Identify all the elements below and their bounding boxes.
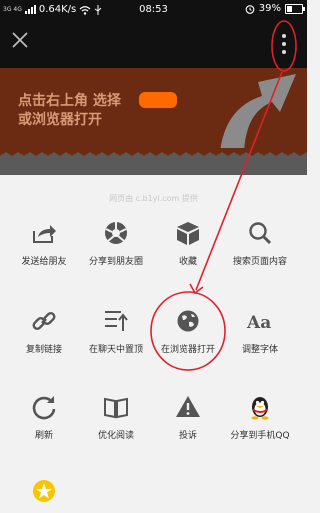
status-right: 39% [245, 3, 305, 14]
item-label: 在聊天中置顶 [88, 345, 143, 355]
share-qq-button[interactable]: 分享到手机QQ [222, 393, 298, 453]
item-label: 在浏览器打开 [160, 345, 215, 355]
battery-icon [285, 3, 305, 14]
optimized-reading-button[interactable]: 优化阅读 [78, 393, 154, 453]
adjust-font-button[interactable]: Aa 调整字体 [222, 307, 298, 367]
banner-line-2: 或浏览器打开 [18, 112, 102, 128]
search-icon [249, 222, 272, 245]
qzone-star-icon [33, 480, 55, 502]
curved-arrow-icon [220, 74, 296, 152]
favorite-button[interactable]: 收藏 [150, 219, 226, 279]
alarm-icon [245, 4, 255, 14]
refresh-button[interactable]: 刷新 [6, 393, 82, 453]
close-icon[interactable] [8, 28, 32, 52]
open-in-browser-button[interactable]: 在浏览器打开 [150, 307, 226, 367]
qq-penguin-icon [251, 397, 269, 420]
page-banner: 点击右上角 选择 或浏览器打开 [0, 68, 307, 154]
item-label: 优化阅读 [97, 431, 134, 441]
reading-book-icon [104, 397, 128, 419]
torn-edge [0, 148, 307, 176]
search-page-button[interactable]: 搜索页面内容 [222, 219, 298, 279]
globe-icon [177, 310, 199, 332]
item-label: 复制链接 [25, 345, 62, 355]
svg-text:Aa: Aa [246, 313, 271, 333]
pin-top-icon [105, 311, 128, 331]
moments-aperture-icon [105, 222, 127, 244]
send-to-friend-button[interactable]: 发送给朋友 [6, 219, 82, 279]
more-options-icon[interactable] [274, 30, 294, 58]
share-sheet: 网页由 c.b1yl.com 提供 发送给朋友 分享到朋友圈 收藏 搜索页面内容 [0, 175, 307, 513]
copy-link-button[interactable]: 复制链接 [6, 307, 82, 367]
item-label: 投诉 [178, 431, 197, 441]
font-size-icon: Aa [246, 313, 271, 333]
pin-to-top-button[interactable]: 在聊天中置顶 [78, 307, 154, 367]
status-bar: 3G 4G 0.64K/s 08:53 39% [0, 0, 307, 20]
item-label: 搜索页面内容 [232, 257, 287, 267]
item-label: 分享到朋友圈 [88, 257, 143, 267]
favorite-cube-icon [177, 222, 199, 245]
share-moments-button[interactable]: 分享到朋友圈 [78, 219, 154, 279]
title-bar [0, 20, 307, 68]
item-label: 发送给朋友 [21, 257, 67, 267]
share-qzone-button[interactable] [6, 477, 82, 511]
banner-line-1: 点击右上角 选择 [18, 93, 121, 109]
banner-text: 点击右上角 选择 或浏览器打开 [18, 92, 121, 130]
share-arrow-icon [33, 225, 56, 243]
refresh-icon [32, 396, 56, 420]
provided-by-label: 网页由 c.b1yl.com 提供 [109, 194, 198, 203]
item-label: 分享到手机QQ [230, 431, 290, 441]
link-icon [32, 312, 56, 330]
battery-percent: 39% [258, 3, 281, 14]
complain-button[interactable]: 投诉 [150, 393, 226, 453]
item-label: 刷新 [34, 431, 53, 441]
item-label: 调整字体 [241, 345, 278, 355]
warning-icon [176, 396, 200, 417]
redaction-mark [139, 92, 177, 108]
item-label: 收藏 [178, 257, 197, 267]
